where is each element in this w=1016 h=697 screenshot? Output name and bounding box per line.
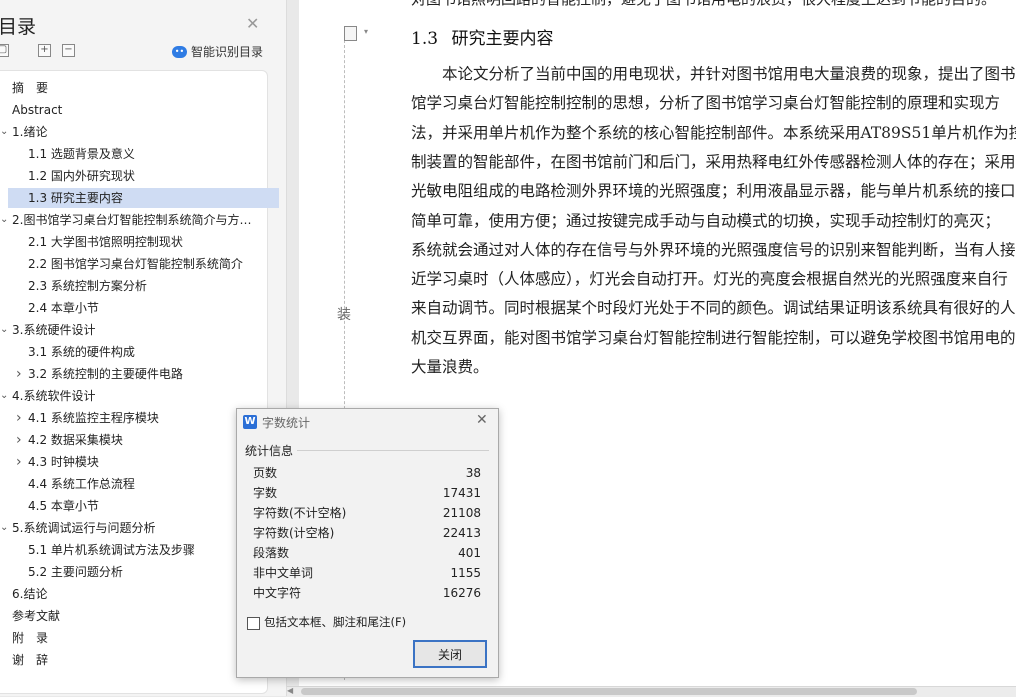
horizontal-scrollbar[interactable]: ◀ [287,686,1016,697]
divider [297,450,489,451]
stats-row: 页数 38 [253,463,481,483]
dialog-titlebar[interactable]: W 字数统计 ✕ [237,409,498,435]
heading-text: 研究主要内容 [451,29,554,49]
close-icon[interactable]: ✕ [246,14,259,33]
toc-item[interactable]: 1.绪论 [12,122,256,142]
stats-row: 字数 17431 [253,483,481,503]
toc-item[interactable]: 3.1 系统的硬件构成 [28,342,248,362]
chevron-down-icon[interactable]: ⌄ [0,320,8,340]
chevron-down-icon[interactable]: ⌄ [0,518,8,538]
toc-item[interactable]: 参考文献 [12,606,256,626]
chevron-down-icon[interactable]: ⌄ [0,210,8,230]
ai-icon: •• [172,45,187,58]
paragraph-line: 机交互界面，能对图书馆学习桌台灯智能控制进行智能控制，可以避免学校图书馆用电的 [411,328,1016,347]
stats-value: 21108 [442,506,481,520]
paragraph-line: 制装置的智能部件，在图书馆前门和后门，采用热释电红外传感器检测人体的存在；采用 [411,152,1016,171]
paragraph-line: 大量浪费。 [411,358,489,376]
stats-row: 中文字符 16276 [253,583,481,603]
paragraph-line: 法，并采用单片机作为整个系统的核心智能控制部件。本系统采用AT89S51单片机作… [411,123,1016,142]
chevron-down-icon[interactable]: ⌄ [0,386,8,406]
include-textbox-label[interactable]: 包括文本框、脚注和尾注(F) [264,614,406,630]
smart-toc-button[interactable]: •• 智能识别目录 [172,43,263,60]
toc-item[interactable]: Abstract [12,100,256,120]
document-options-icon[interactable] [344,26,357,41]
stats-row: 非中文单词 1155 [253,563,481,583]
stats-label: 字数 [253,486,278,500]
word-count-dialog: W 字数统计 ✕ 统计信息 页数 38 字数 17431 字符数(不计空格) 21108 字… [236,408,499,678]
toc-item[interactable]: 4.5 本章小节 [28,496,248,516]
toc-item[interactable]: 2.3 系统控制方案分析 [28,276,248,296]
binding-mark: 装 [337,307,351,323]
stats-row: 字符数(计空格) 22413 [253,523,481,543]
toc-item[interactable]: 2.图书馆学习桌台灯智能控制系统简介与方案设计 [12,210,256,230]
stats-row: 字符数(不计空格) 21108 [253,503,481,523]
toc-item[interactable]: 3.系统硬件设计 [12,320,256,340]
toc-item[interactable]: 4.系统软件设计 [12,386,256,406]
stats-row: 段落数 401 [253,543,481,563]
paragraph-line: 光敏电阻组成的电路检测外界环境的光照强度；利用液晶显示器，能与单片机系统的接口 [411,182,1016,201]
stats-value: 38 [465,466,481,480]
heading-number: 1.3 [411,29,439,49]
include-textbox-checkbox[interactable] [247,617,260,630]
smart-toc-label: 智能识别目录 [191,45,264,59]
toc-item[interactable]: 2.1 大学图书馆照明控制现状 [28,232,248,252]
chevron-down-icon[interactable]: ▾ [364,27,368,36]
previous-paragraph-text: 对图书馆照明回路的智能控制，避免了图书馆用电的浪费，很大程度上达到节能的目的。 [411,0,996,9]
stats-value: 1155 [450,566,481,580]
stats-value: 401 [458,546,481,560]
wps-logo-icon: W [243,415,257,429]
toc-title: 目录 [0,16,37,38]
stats-label: 非中文单词 [253,566,314,580]
chevron-down-icon[interactable]: ⌄ [0,122,8,142]
toc-item[interactable]: 摘 要 [12,78,256,98]
collapse-all-icon[interactable]: ▢ [0,44,9,57]
toc-item[interactable]: 1.3 研究主要内容 [8,188,279,208]
toc-item[interactable]: 4.1 系统监控主程序模块 [28,408,248,428]
toc-item[interactable]: 1.1 选题背景及意义 [28,144,248,164]
scroll-left-icon[interactable]: ◀ [287,686,293,695]
toc-item[interactable]: 1.2 国内外研究现状 [28,166,248,186]
scrollbar-thumb[interactable] [301,688,917,695]
stats-label: 中文字符 [253,586,302,600]
stats-value: 16276 [442,586,481,600]
toc-item[interactable]: 5.系统调试运行与问题分析 [12,518,256,538]
toc-item[interactable]: 4.2 数据采集模块 [28,430,248,450]
chevron-right-icon[interactable]: › [16,408,22,428]
toc-item[interactable]: 2.2 图书馆学习桌台灯智能控制系统简介 [28,254,248,274]
toc-item[interactable]: 附 录 [12,628,256,648]
paragraph-line: 馆学习桌台灯智能控制控制的思想，分析了图书馆学习桌台灯智能控制的原理和实现方 [411,94,1001,113]
expand-level-icon[interactable]: + [38,44,51,57]
toc-list: 摘 要 Abstract ⌄ 1.绪论 1.1 选题背景及意义 1.2 国内外研究现状 1.… [0,70,279,694]
toc-item[interactable]: 3.2 系统控制的主要硬件电路 [28,364,248,384]
section-heading: 1.3 研究主要内容 [411,24,553,49]
close-button[interactable]: 关闭 [413,640,487,668]
toc-item[interactable]: 谢 辞 [12,650,256,670]
toc-item[interactable]: 2.4 本章小节 [28,298,248,318]
toc-item[interactable]: 4.4 系统工作总流程 [28,474,248,494]
stats-label: 字符数(计空格) [253,526,335,540]
toc-item[interactable]: 5.2 主要问题分析 [28,562,248,582]
stats-section-label: 统计信息 [245,444,294,458]
stats-label: 字符数(不计空格) [253,506,347,520]
chevron-right-icon[interactable]: › [16,452,22,472]
toc-item[interactable]: 5.1 单片机系统调试方法及步骤 [28,540,248,560]
paragraph-line: 本论文分析了当前中国的用电现状，并针对图书馆用电大量浪费的现象，提出了图书 [411,65,1016,83]
chevron-right-icon[interactable]: › [16,364,22,384]
paragraph-line: 来自动调节。同时根据某个时段灯光处于不同的颜色。调试结果证明该系统具有很好的人 [411,299,1016,318]
stats-label: 段落数 [253,546,290,560]
toc-item[interactable]: 4.3 时钟模块 [28,452,248,472]
close-icon[interactable]: ✕ [476,412,488,428]
chevron-right-icon[interactable]: › [16,430,22,450]
dialog-title: 字数统计 [262,416,311,430]
paragraph-line: 系统就会通过对人体的存在信号与外界环境的光照强度信号的识别来智能判断，当有人接 [411,240,1016,259]
paragraph-line: 简单可靠，使用方便；通过按键完成手动与自动模式的切换，实现手动控制灯的亮灭； [411,211,1001,230]
stats-label: 页数 [253,466,278,480]
stats-value: 17431 [442,486,481,500]
toc-item[interactable]: 6.结论 [12,584,256,604]
paragraph-line: 近学习桌时（人体感应），灯光会自动打开。灯光的亮度会根据自然光的光照强度来自行 [411,270,1008,289]
stats-value: 22413 [442,526,481,540]
collapse-level-icon[interactable]: − [62,44,75,57]
